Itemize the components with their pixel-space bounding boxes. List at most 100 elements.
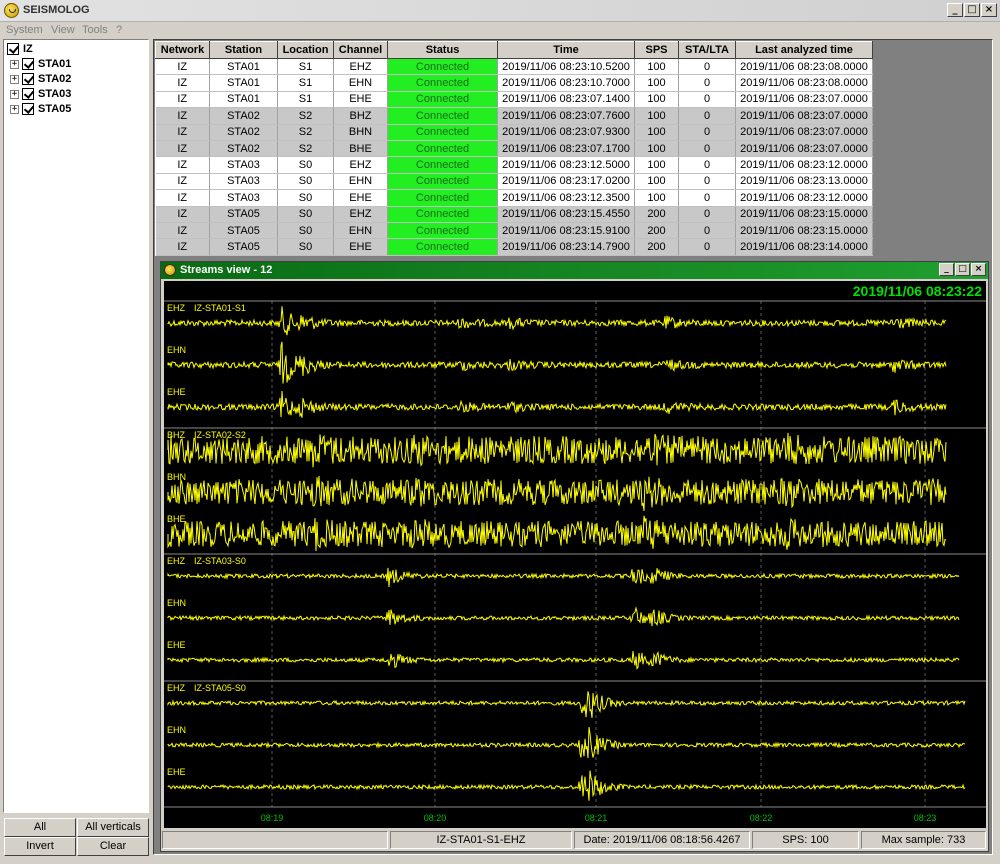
channel-label: EHN	[167, 598, 186, 608]
cell-station: STA05	[209, 222, 278, 240]
table-row[interactable]: IZ STA02 S2 BHE Connected 2019/11/06 08:23:07…	[155, 140, 873, 158]
waveform-canvas[interactable]: EHZ EHN EHE IZ-STA01-S1 BHZ BHN BHE IZ-STA02-S2…	[164, 281, 986, 828]
cell-sps: 100	[634, 58, 679, 76]
channel-label: BHZ	[167, 430, 186, 440]
cell-sta-lta: 0	[678, 74, 736, 92]
table-row[interactable]: IZ STA05 S0 EHE Connected 2019/11/06 08:23:14…	[155, 238, 873, 256]
cell-location: S2	[277, 140, 334, 158]
cell-channel: EHE	[333, 238, 388, 256]
cell-last-analyzed: 2019/11/06 08:23:12.0000	[735, 156, 873, 174]
table-header-row: Network Station Location Channel Status …	[155, 41, 873, 59]
checkbox-sta02[interactable]	[22, 73, 34, 85]
streams-close-button[interactable]: ×	[971, 263, 986, 276]
col-time[interactable]: Time	[497, 41, 635, 59]
streams-maximize-button[interactable]: □	[955, 263, 970, 276]
streams-view-title: Streams view - 12	[180, 264, 273, 276]
all-button[interactable]: All	[4, 818, 76, 837]
waveform-trace	[167, 390, 947, 418]
table-row[interactable]: IZ STA05 S0 EHN Connected 2019/11/06 08:23:15…	[155, 222, 873, 240]
streams-window-controls: _ □ ×	[939, 263, 986, 276]
table-row[interactable]: IZ STA01 S1 EHE Connected 2019/11/06 08:23:07…	[155, 91, 873, 109]
time-tick-label: 08:19	[261, 813, 284, 823]
main-titlebar: SEISMOLOG _ □ ×	[0, 0, 1000, 22]
checkbox-sta05[interactable]	[22, 103, 34, 115]
cell-station: STA01	[209, 74, 278, 92]
menu-system[interactable]: System	[6, 24, 43, 36]
col-network[interactable]: Network	[155, 41, 210, 59]
table-row[interactable]: IZ STA03 S0 EHN Connected 2019/11/06 08:23:17…	[155, 173, 873, 191]
cell-sps: 200	[634, 222, 679, 240]
cell-time: 2019/11/06 08:23:10.7000	[497, 74, 635, 92]
station-tree: IZ + STA01 + STA02 + STA03 + STA05	[3, 39, 149, 813]
cell-location: S0	[277, 189, 334, 207]
waveform-plot[interactable]: EHZ EHN EHE IZ-STA01-S1 BHZ BHN BHE IZ-STA02-S2…	[164, 281, 986, 828]
invert-button[interactable]: Invert	[4, 837, 76, 856]
cell-sta-lta: 0	[678, 173, 736, 191]
cell-status: Connected	[387, 124, 498, 141]
cell-location: S1	[277, 74, 334, 92]
tree-item-sta01[interactable]: + STA01	[10, 57, 71, 71]
col-sps[interactable]: SPS	[634, 41, 679, 59]
table-row[interactable]: IZ STA03 S0 EHE Connected 2019/11/06 08:23:12…	[155, 189, 873, 207]
cell-time: 2019/11/06 08:23:12.3500	[497, 189, 635, 207]
waveform-trace	[167, 727, 966, 759]
streams-view-titlebar[interactable]: Streams view - 12 _ □ ×	[161, 262, 988, 279]
cell-status: Connected	[387, 222, 498, 240]
cell-status: Connected	[387, 140, 498, 158]
tree-item-sta02[interactable]: + STA02	[10, 72, 71, 86]
cell-network: IZ	[155, 222, 210, 240]
expand-icon[interactable]: +	[10, 89, 19, 99]
col-last-analyzed[interactable]: Last analyzed time	[735, 41, 873, 59]
expand-icon[interactable]: +	[10, 104, 19, 114]
streams-minimize-button[interactable]: _	[939, 263, 954, 276]
cell-time: 2019/11/06 08:23:07.9300	[497, 124, 635, 141]
minimize-button[interactable]: _	[947, 3, 963, 17]
checkbox-iz[interactable]	[7, 43, 19, 55]
channel-label: EHE	[167, 767, 186, 777]
cell-network: IZ	[155, 91, 210, 109]
tree-label: STA01	[38, 58, 72, 70]
window-controls: _ □ ×	[947, 3, 997, 17]
cell-status: Connected	[387, 173, 498, 191]
clear-button[interactable]: Clear	[77, 837, 149, 856]
table-row[interactable]: IZ STA05 S0 EHZ Connected 2019/11/06 08:23:15…	[155, 206, 873, 223]
waveform-trace	[167, 770, 966, 801]
expand-icon[interactable]: +	[10, 74, 19, 84]
cell-last-analyzed: 2019/11/06 08:23:14.0000	[735, 238, 873, 256]
tree-label: STA02	[38, 73, 72, 85]
menu-view[interactable]: View	[51, 24, 75, 36]
waveform-trace	[167, 432, 947, 468]
col-location[interactable]: Location	[277, 41, 334, 59]
maximize-button[interactable]: □	[964, 3, 980, 17]
table-row[interactable]: IZ STA01 S1 EHZ Connected 2019/11/06 08:23:10…	[155, 58, 873, 76]
table-row[interactable]: IZ STA01 S1 EHN Connected 2019/11/06 08:23:10…	[155, 74, 873, 92]
menu-tools[interactable]: Tools	[82, 24, 108, 36]
checkbox-sta03[interactable]	[22, 88, 34, 100]
tree-label: IZ	[23, 43, 33, 55]
checkbox-sta01[interactable]	[22, 58, 34, 70]
close-button[interactable]: ×	[981, 3, 997, 17]
tree-item-iz[interactable]: IZ	[7, 42, 33, 56]
col-channel[interactable]: Channel	[333, 41, 388, 59]
all-verticals-button[interactable]: All verticals	[77, 818, 149, 837]
cell-location: S1	[277, 58, 334, 76]
menu-help[interactable]: ?	[116, 24, 122, 36]
cell-location: S0	[277, 222, 334, 240]
table-row[interactable]: IZ STA02 S2 BHN Connected 2019/11/06 08:23:07…	[155, 124, 873, 141]
time-tick-label: 08:23	[914, 813, 937, 823]
cell-sta-lta: 0	[678, 124, 736, 141]
tree-item-sta05[interactable]: + STA05	[10, 102, 71, 116]
col-sta-lta[interactable]: STA/LTA	[678, 41, 736, 59]
expand-icon[interactable]: +	[10, 59, 19, 69]
col-station[interactable]: Station	[209, 41, 278, 59]
cell-last-analyzed: 2019/11/06 08:23:08.0000	[735, 58, 873, 76]
col-status[interactable]: Status	[387, 41, 498, 59]
station-label: IZ-STA02-S2	[194, 430, 246, 440]
tree-item-sta03[interactable]: + STA03	[10, 87, 71, 101]
cell-time: 2019/11/06 08:23:07.1700	[497, 140, 635, 158]
table-row[interactable]: IZ STA02 S2 BHZ Connected 2019/11/06 08:23:07…	[155, 107, 873, 125]
channel-status-table: Network Station Location Channel Status …	[155, 41, 873, 256]
cell-status: Connected	[387, 189, 498, 207]
current-time-clock: 2019/11/06 08:23:22	[852, 283, 982, 299]
table-row[interactable]: IZ STA03 S0 EHZ Connected 2019/11/06 08:23:12…	[155, 156, 873, 174]
